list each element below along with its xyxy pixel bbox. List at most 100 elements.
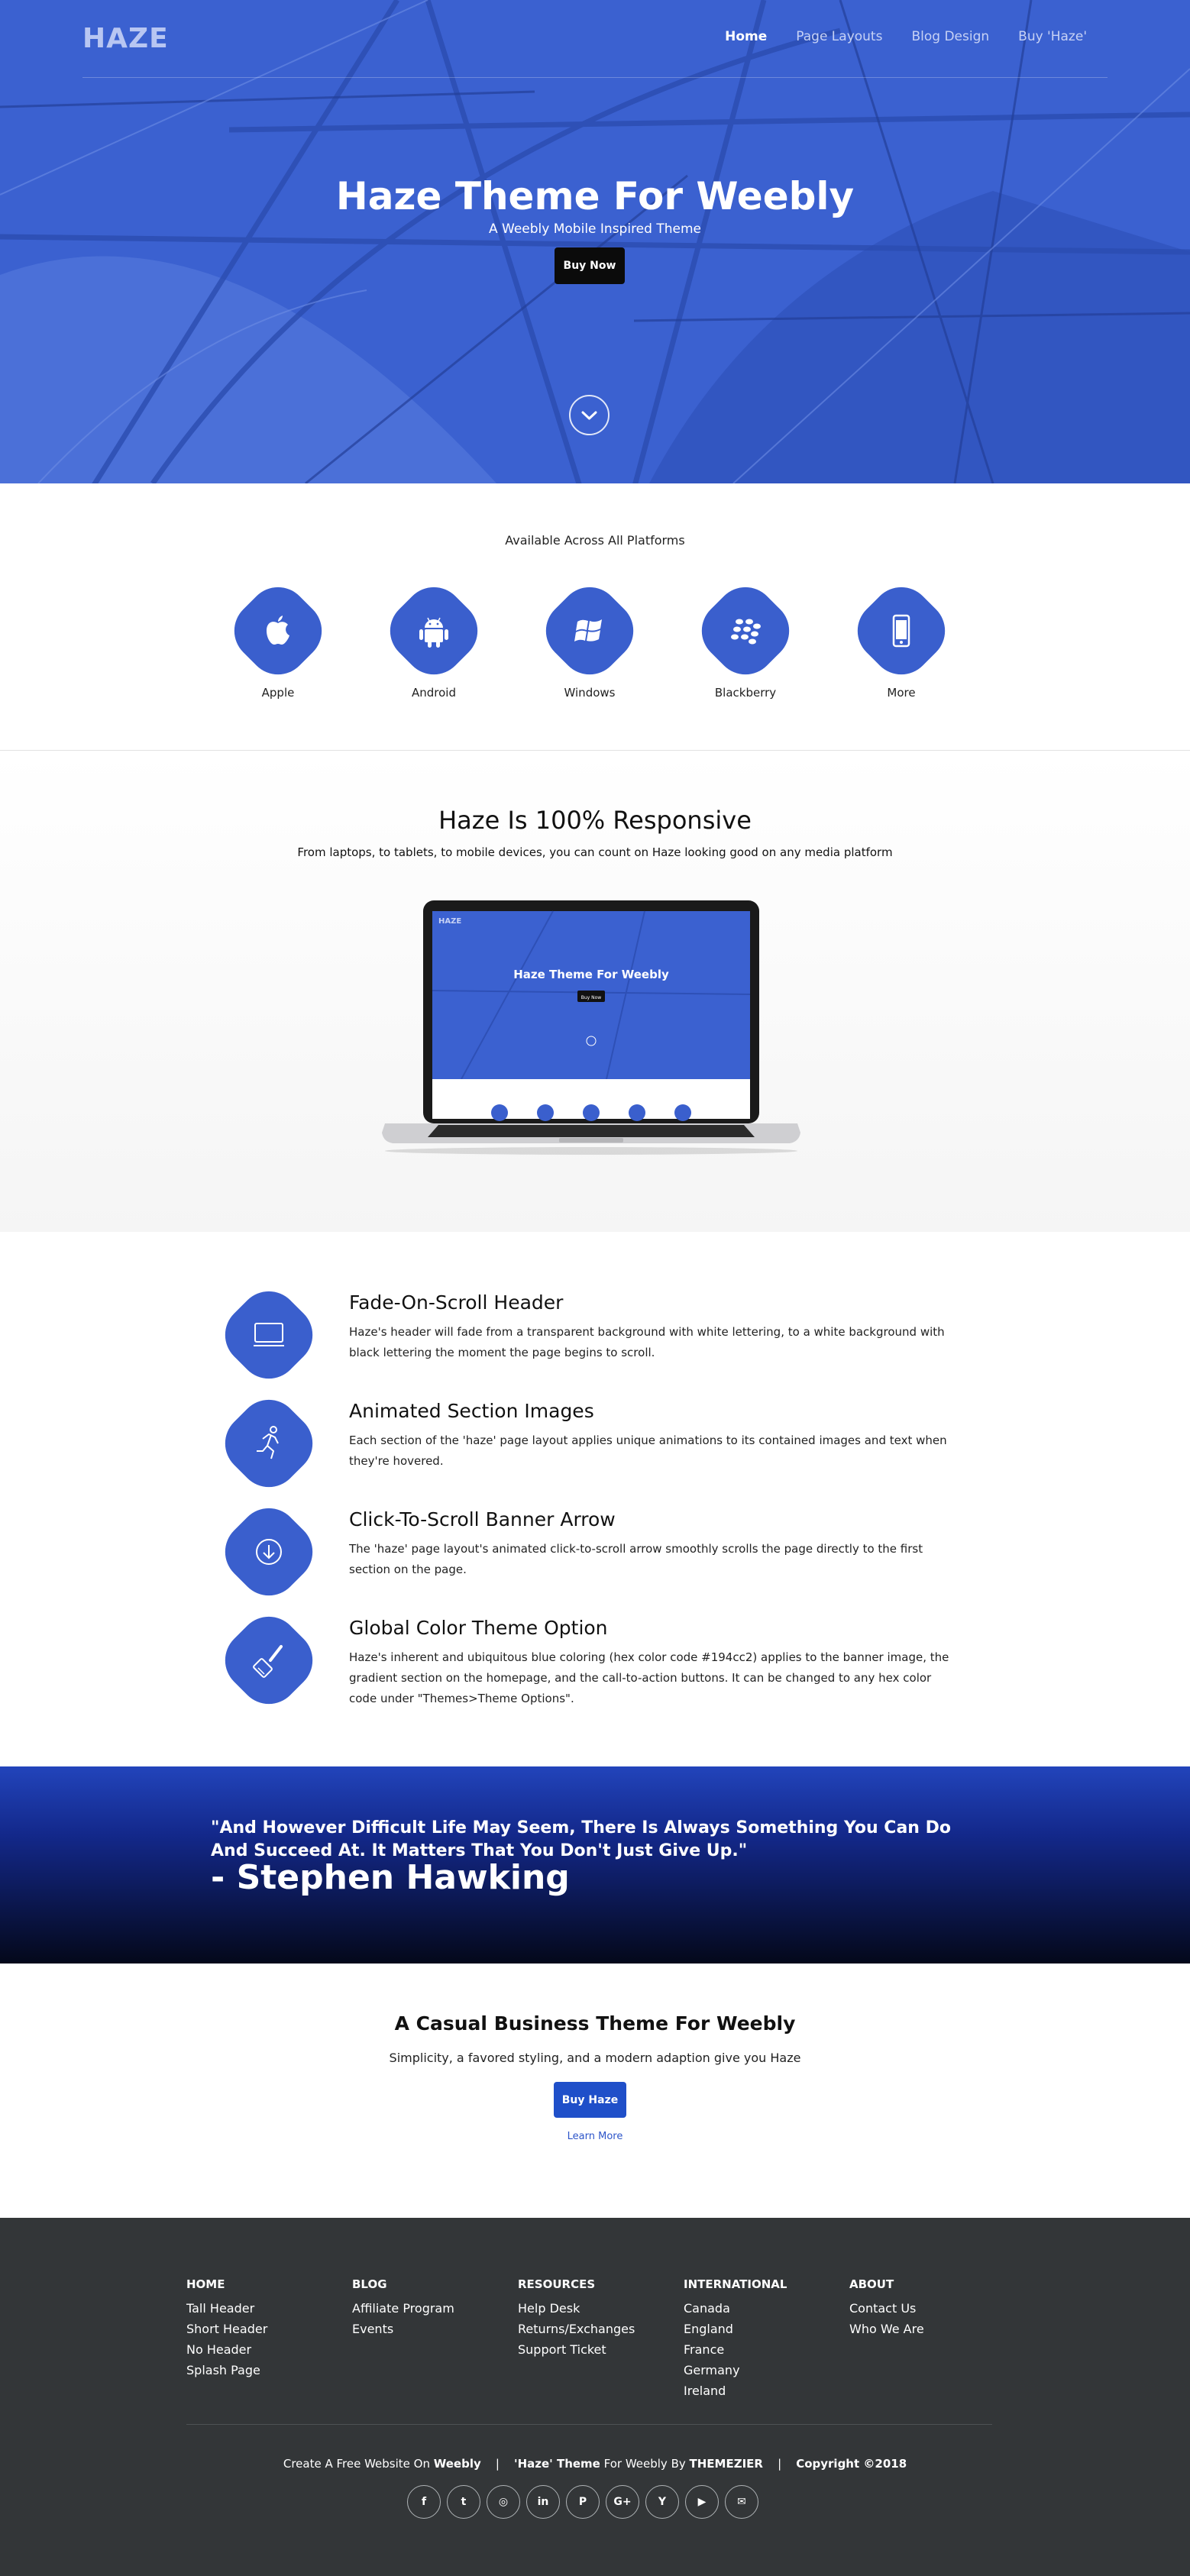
features-section: Fade-On-Scroll Header Haze's header will… xyxy=(0,1232,1190,1766)
top-navigation: HAZE Home Page Layouts Blog Design Buy '… xyxy=(0,0,1190,78)
haze-theme-link[interactable]: 'Haze' Theme xyxy=(514,2457,600,2471)
footer-link[interactable]: Splash Page xyxy=(186,2360,267,2380)
footer-link[interactable]: England xyxy=(684,2319,787,2339)
copyright-text: Copyright ©2018 xyxy=(796,2457,907,2471)
footer-link[interactable]: Support Ticket xyxy=(518,2339,635,2360)
cta-title: A Casual Business Theme For Weebly xyxy=(394,2012,796,2035)
linkedin-icon[interactable]: in xyxy=(526,2485,560,2519)
monitor-icon xyxy=(254,1323,284,1346)
learn-more-link[interactable]: Learn More xyxy=(0,2131,1190,2142)
facebook-icon[interactable]: f xyxy=(407,2485,441,2519)
responsive-section: Haze Is 100% Responsive From laptops, to… xyxy=(0,751,1190,1232)
platforms-caption: Available Across All Platforms xyxy=(505,533,685,548)
platform-label: More xyxy=(887,686,916,700)
windows-icon xyxy=(574,619,602,642)
nav-home[interactable]: Home xyxy=(725,29,767,44)
nav-divider xyxy=(82,77,1108,78)
icon-badge xyxy=(689,574,802,687)
chevron-down-icon xyxy=(581,411,597,420)
yelp-icon[interactable]: Y xyxy=(645,2485,679,2519)
apple-icon xyxy=(267,616,289,645)
feature-title: Fade-On-Scroll Header xyxy=(349,1291,564,1314)
footer-heading[interactable]: INTERNATIONAL xyxy=(684,2277,787,2291)
quote-section: "And However Difficult Life May Seem, Th… xyxy=(0,1766,1190,1964)
quote-author: - Stephen Hawking xyxy=(211,1858,570,1897)
call-to-action-section: A Casual Business Theme For Weebly Simpl… xyxy=(0,1964,1190,2218)
feature-icon-badge xyxy=(212,1278,325,1391)
platform-apple[interactable]: Apple xyxy=(222,574,335,700)
footer-link[interactable]: Who We Are xyxy=(849,2319,924,2339)
twitter-icon[interactable]: t xyxy=(447,2485,480,2519)
site-logo[interactable]: HAZE xyxy=(82,23,169,54)
nav-page-layouts[interactable]: Page Layouts xyxy=(796,29,882,44)
footer-link[interactable]: Ireland xyxy=(684,2380,787,2401)
platform-blackberry[interactable]: Blackberry xyxy=(689,574,802,700)
youtube-icon[interactable]: ▶ xyxy=(685,2485,719,2519)
feature-text: The 'haze' page layout's animated click-… xyxy=(349,1542,923,1576)
laptop-screen-title: Haze Theme For Weebly xyxy=(513,968,669,981)
icon-badge xyxy=(222,574,335,687)
footer-link[interactable]: France xyxy=(684,2339,787,2360)
footer-link[interactable]: Contact Us xyxy=(849,2298,924,2319)
themezier-link[interactable]: THEMEZIER xyxy=(690,2457,763,2471)
instagram-icon[interactable]: ◎ xyxy=(487,2485,520,2519)
feature-title: Global Color Theme Option xyxy=(349,1617,608,1639)
platform-label: Blackberry xyxy=(714,686,777,700)
email-icon[interactable]: ✉ xyxy=(725,2485,758,2519)
weebly-link[interactable]: Weebly xyxy=(434,2457,481,2471)
footer-column-about: ABOUT Contact Us Who We Are xyxy=(849,2277,924,2339)
footer-link[interactable]: Germany xyxy=(684,2360,787,2380)
nav-blog-design[interactable]: Blog Design xyxy=(911,29,989,44)
footer-link[interactable]: No Header xyxy=(186,2339,267,2360)
platform-label: Windows xyxy=(564,686,616,700)
footer-link[interactable]: Canada xyxy=(684,2298,787,2319)
icon-badge xyxy=(533,574,646,687)
platform-android[interactable]: Android xyxy=(377,574,490,700)
platform-more[interactable]: More xyxy=(845,574,958,700)
feature-title: Animated Section Images xyxy=(349,1400,594,1422)
credit-text: Create A Free Website On xyxy=(283,2457,434,2471)
buy-now-button[interactable]: Buy Now xyxy=(555,247,625,284)
feature-text: Haze's header will fade from a transpare… xyxy=(349,1325,945,1359)
hero-subtitle: A Weebly Mobile Inspired Theme xyxy=(489,221,701,237)
platforms-section: Available Across All Platforms Apple And… xyxy=(0,483,1190,751)
footer-link[interactable]: Affiliate Program xyxy=(352,2298,454,2319)
feature-text: Each section of the 'haze' page layout a… xyxy=(349,1433,947,1468)
laptop-image: HAZE Haze Theme For Weebly Buy Now xyxy=(382,900,800,1155)
hero-banner: HAZE Home Page Layouts Blog Design Buy '… xyxy=(0,0,1190,483)
buy-haze-button[interactable]: Buy Haze xyxy=(554,2082,626,2118)
footer-heading[interactable]: ABOUT xyxy=(849,2277,924,2291)
cta-subtitle: Simplicity, a favored styling, and a mod… xyxy=(389,2051,801,2065)
icon-badge xyxy=(845,574,958,687)
footer-divider xyxy=(186,2424,992,2425)
google-plus-icon[interactable]: G+ xyxy=(606,2485,639,2519)
credit-separator: | xyxy=(778,2457,782,2471)
laptop-screen-logo: HAZE xyxy=(438,917,461,926)
credit-text: For Weebly By xyxy=(600,2457,690,2471)
footer-link[interactable]: Events xyxy=(352,2319,454,2339)
footer-heading[interactable]: HOME xyxy=(186,2277,267,2291)
site-footer: HOME Tall Header Short Header No Header … xyxy=(0,2218,1190,2576)
pinterest-icon[interactable]: P xyxy=(566,2485,600,2519)
footer-heading[interactable]: BLOG xyxy=(352,2277,454,2291)
paintbrush-icon xyxy=(253,1645,283,1678)
feature-text: Haze's inherent and ubiquitous blue colo… xyxy=(349,1650,949,1705)
scroll-down-arrow[interactable] xyxy=(569,395,610,435)
footer-column-resources: RESOURCES Help Desk Returns/Exchanges Su… xyxy=(518,2277,635,2360)
footer-link[interactable]: Returns/Exchanges xyxy=(518,2319,635,2339)
running-person-icon xyxy=(257,1426,279,1459)
footer-column-home: HOME Tall Header Short Header No Header … xyxy=(186,2277,267,2380)
feature-icon-badge xyxy=(212,1387,325,1500)
blackberry-icon xyxy=(731,619,761,645)
feature-title: Click-To-Scroll Banner Arrow xyxy=(349,1508,616,1530)
footer-link[interactable]: Short Header xyxy=(186,2319,267,2339)
phone-icon xyxy=(892,614,910,648)
main-nav: Home Page Layouts Blog Design Buy 'Haze' xyxy=(725,29,1087,44)
laptop-screen-button: Buy Now xyxy=(581,995,602,1000)
android-icon xyxy=(419,617,448,648)
platform-windows[interactable]: Windows xyxy=(533,574,646,700)
footer-link[interactable]: Help Desk xyxy=(518,2298,635,2319)
nav-buy-haze[interactable]: Buy 'Haze' xyxy=(1018,29,1087,44)
footer-link[interactable]: Tall Header xyxy=(186,2298,267,2319)
footer-heading[interactable]: RESOURCES xyxy=(518,2277,635,2291)
